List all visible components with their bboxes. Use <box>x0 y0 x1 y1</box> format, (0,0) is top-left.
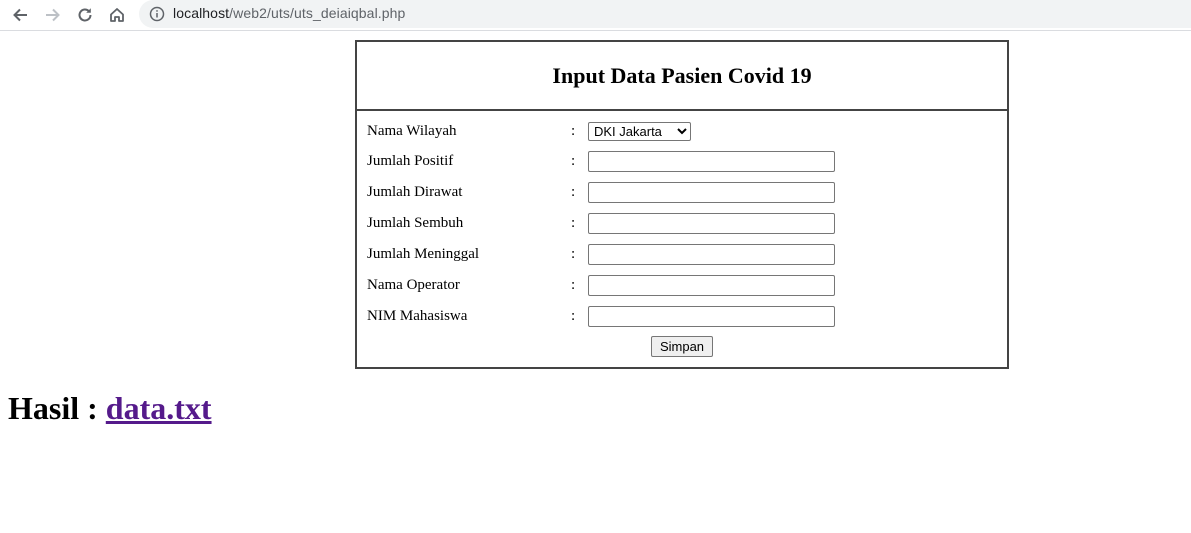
form-row-jumlah-positif: Jumlah Positif : <box>367 150 987 174</box>
colon-separator: : <box>571 153 576 169</box>
nama-operator-input[interactable] <box>588 275 835 296</box>
colon-separator: : <box>571 184 576 200</box>
url-path: /web2/uts/uts_deiaiqbal.php <box>229 5 406 21</box>
form-row-nama-wilayah: Nama Wilayah : DKI Jakarta <box>367 120 987 144</box>
field-label: Nama Wilayah <box>367 123 457 139</box>
colon-separator: : <box>571 246 576 262</box>
address-bar[interactable]: localhost/web2/uts/uts_deiaiqbal.php <box>139 0 1191 28</box>
reload-icon <box>78 8 92 22</box>
field-label: NIM Mahasiswa <box>367 308 468 324</box>
simpan-button[interactable]: Simpan <box>651 336 713 357</box>
nim-mahasiswa-input[interactable] <box>588 306 835 327</box>
jumlah-sembuh-input[interactable] <box>588 213 835 234</box>
forward-button[interactable] <box>42 4 64 26</box>
field-label: Jumlah Dirawat <box>367 184 463 200</box>
browser-toolbar: localhost/web2/uts/uts_deiaiqbal.php <box>0 0 1191 31</box>
data-txt-link[interactable]: data.txt <box>106 390 212 426</box>
field-label: Jumlah Meninggal <box>367 246 480 262</box>
back-button[interactable] <box>9 4 31 26</box>
form-row-nim-mahasiswa: NIM Mahasiswa : <box>367 305 987 329</box>
reload-button[interactable] <box>74 4 96 26</box>
colon-separator: : <box>571 277 576 293</box>
jumlah-positif-input[interactable] <box>588 151 835 172</box>
arrow-right-icon <box>46 8 60 22</box>
form-title: Input Data Pasien Covid 19 <box>357 42 1007 111</box>
field-label: Jumlah Positif <box>367 153 454 169</box>
url-text: localhost/web2/uts/uts_deiaiqbal.php <box>173 5 405 21</box>
url-host: localhost <box>173 5 230 21</box>
field-label: Jumlah Sembuh <box>367 215 464 231</box>
form-row-jumlah-meninggal: Jumlah Meninggal : <box>367 243 987 267</box>
jumlah-meninggal-input[interactable] <box>588 244 835 265</box>
form-row-nama-operator: Nama Operator : <box>367 274 987 298</box>
field-label: Nama Operator <box>367 277 460 293</box>
jumlah-dirawat-input[interactable] <box>588 182 835 203</box>
patient-form: Input Data Pasien Covid 19 Nama Wilayah … <box>355 40 1009 369</box>
home-button[interactable] <box>106 4 128 26</box>
colon-separator: : <box>571 123 576 139</box>
result-heading: Hasil : data.txt <box>8 390 212 427</box>
home-icon <box>110 8 124 22</box>
colon-separator: : <box>571 215 576 231</box>
form-row-jumlah-dirawat: Jumlah Dirawat : <box>367 181 987 205</box>
arrow-left-icon <box>13 8 27 22</box>
info-icon[interactable] <box>149 6 165 22</box>
colon-separator: : <box>571 308 576 324</box>
result-label: Hasil : <box>8 390 98 426</box>
nama-wilayah-select[interactable]: DKI Jakarta <box>588 122 691 141</box>
form-row-jumlah-sembuh: Jumlah Sembuh : <box>367 212 987 236</box>
